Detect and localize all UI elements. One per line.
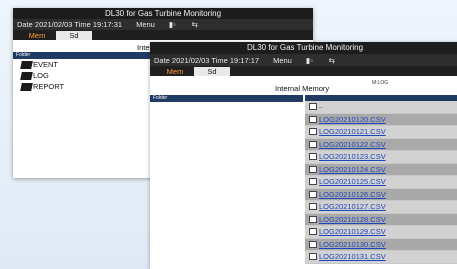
file-row[interactable]: LOG20210125.CSV	[305, 176, 457, 189]
file-icon	[309, 178, 317, 186]
folder-icon	[21, 72, 32, 80]
datetime-readout: Date 2021/02/03 Time 19:17:17	[154, 55, 260, 65]
file-icon	[309, 103, 317, 111]
file-row[interactable]: LOG20210130.CSV	[305, 238, 457, 251]
file-name-link[interactable]: LOG20210129.CSV	[319, 227, 386, 236]
status-bar: Date 2021/02/03 Time 19:17:17 Menu ▮▫ ⇆	[150, 54, 457, 66]
file-row[interactable]: LOG20210127.CSV	[305, 201, 457, 214]
folder-header: Folder	[150, 95, 303, 102]
file-name-link[interactable]: LOG20210130.CSV	[319, 240, 386, 249]
file-row[interactable]: LOG20210129.CSV	[305, 226, 457, 239]
folder-label: EVENT	[33, 60, 59, 69]
file-icon	[309, 165, 317, 173]
file-row[interactable]: LOG20210120.CSV	[305, 113, 457, 126]
file-row[interactable]: LOG20210131.CSV	[305, 251, 457, 264]
menu-button[interactable]: Menu	[273, 56, 292, 65]
file-name-link[interactable]: LOG20210121.CSV	[319, 127, 386, 136]
path-badge: M:LOG	[372, 80, 389, 86]
file-row[interactable]: LOG20210124.CSV	[305, 163, 457, 176]
file-list: .. LOG20210120.CSV LOG20210121.CSV LOG2021…	[305, 101, 457, 264]
file-name-link[interactable]: LOG20210126.CSV	[319, 190, 386, 199]
file-row[interactable]: LOG20210123.CSV	[305, 151, 457, 164]
file-row[interactable]: LOG20210126.CSV	[305, 188, 457, 201]
file-name-link[interactable]: LOG20210123.CSV	[319, 152, 386, 161]
file-row[interactable]: LOG20210121.CSV	[305, 126, 457, 139]
file-name-link[interactable]: LOG20210127.CSV	[319, 202, 386, 211]
file-icon	[309, 190, 317, 198]
front-window: DL30 for Gas Turbine Monitoring Date 202…	[150, 42, 457, 269]
file-icon	[309, 128, 317, 136]
sd-card-icon: ▮▫	[168, 20, 176, 29]
parent-folder-row[interactable]: ..	[305, 101, 457, 114]
tab-sd[interactable]: Sd	[194, 66, 230, 76]
file-row[interactable]: LOG20210122.CSV	[305, 138, 457, 151]
record-icon: ⇆	[191, 20, 198, 29]
folder-label: REPORT	[33, 82, 65, 91]
folder-label: LOG	[33, 71, 49, 80]
parent-label: ..	[319, 103, 323, 111]
window-title: DL30 for Gas Turbine Monitoring	[13, 8, 313, 19]
file-icon	[309, 228, 317, 236]
tab-sd[interactable]: Sd	[56, 30, 92, 40]
datetime-readout: Date 2021/02/03 Time 19:17:31	[17, 20, 123, 29]
panel-title: Inte	[137, 43, 150, 52]
menu-button[interactable]: Menu	[136, 20, 155, 29]
storage-tabs: Mem Sd	[13, 30, 313, 40]
file-row[interactable]: LOG20210128.CSV	[305, 213, 457, 226]
file-icon	[309, 115, 317, 123]
window-title: DL30 for Gas Turbine Monitoring	[150, 42, 457, 54]
file-icon	[309, 253, 317, 261]
sd-card-icon: ▮▫	[305, 55, 313, 65]
tab-mem[interactable]: Mem	[18, 31, 56, 40]
file-icon	[309, 240, 317, 248]
file-name-link[interactable]: LOG20210128.CSV	[319, 215, 386, 224]
record-icon: ⇆	[328, 55, 335, 65]
file-icon	[309, 153, 317, 161]
panel-title: Internal Memory	[275, 84, 330, 93]
status-bar: Date 2021/02/03 Time 19:17:31 Menu ▮▫ ⇆	[13, 19, 313, 30]
file-name-link[interactable]: LOG20210131.CSV	[319, 252, 386, 261]
storage-tabs: Mem Sd	[150, 66, 457, 76]
file-name-link[interactable]: LOG20210124.CSV	[319, 165, 386, 174]
file-name-link[interactable]: LOG20210125.CSV	[319, 177, 386, 186]
file-name-link[interactable]: LOG20210122.CSV	[319, 140, 386, 149]
file-icon	[309, 215, 317, 223]
file-icon	[309, 203, 317, 211]
folder-icon	[21, 61, 32, 69]
file-name-link[interactable]: LOG20210120.CSV	[319, 115, 386, 124]
file-icon	[309, 140, 317, 148]
folder-icon	[21, 83, 32, 91]
tab-mem[interactable]: Mem	[156, 67, 194, 76]
